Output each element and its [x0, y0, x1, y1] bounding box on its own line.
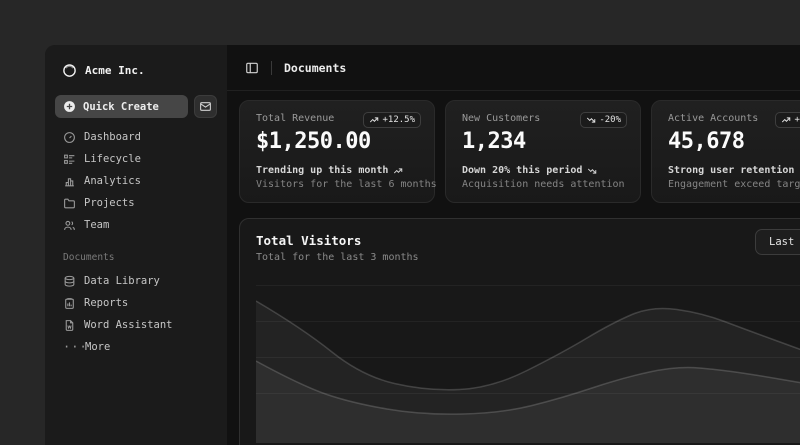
brand-label: Acme Inc. — [85, 64, 145, 77]
stat-card-footer-desc: Engagement exceed targets — [668, 179, 800, 190]
trend-badge: +12.5% — [363, 112, 421, 128]
trending-up-icon — [393, 166, 403, 176]
sidebar-item-label: Data Library — [84, 275, 160, 287]
main-header: Documents — [227, 45, 800, 91]
sidebar-item-label: Word Assistant — [84, 319, 173, 331]
sidebar: Acme Inc. Quick Create — [45, 45, 227, 445]
trend-badge: +12.5% — [775, 112, 800, 128]
stat-card-new-customers: New Customers -20% 1,234 Down 20% this p… — [445, 100, 641, 203]
visitors-chart-card: Total Visitors Total for the last 3 mont… — [239, 218, 800, 445]
sidebar-section-documents: Documents — [63, 252, 209, 263]
sidebar-item-more[interactable]: ··· More — [55, 336, 217, 358]
visitors-chart-svg — [256, 283, 800, 443]
file-word-icon — [63, 319, 76, 332]
sidebar-item-label: Analytics — [84, 175, 141, 187]
quick-create-button[interactable]: Quick Create — [55, 95, 188, 118]
stat-cards-row: Total Revenue +12.5% $1,250.00 Trending … — [239, 100, 800, 203]
stat-card-active-accounts: Active Accounts +12.5% 45,678 Strong use… — [651, 100, 800, 203]
quick-create-label: Quick Create — [83, 101, 159, 113]
logo-ring-icon — [62, 63, 77, 78]
stat-card-footer-desc: Acquisition needs attention — [462, 179, 624, 190]
chart-bar-icon — [63, 175, 76, 188]
sidebar-item-team[interactable]: Team — [55, 214, 217, 236]
folder-icon — [63, 197, 76, 210]
stat-card-footer-desc: Visitors for the last 6 months — [256, 179, 418, 190]
sidebar-item-label: Team — [84, 219, 109, 231]
sidebar-item-label: Lifecycle — [84, 153, 141, 165]
visitors-area-chart — [256, 283, 800, 443]
inbox-button[interactable] — [194, 95, 217, 118]
sidebar-item-reports[interactable]: Reports — [55, 292, 217, 314]
sidebar-item-word-assistant[interactable]: Word Assistant — [55, 314, 217, 336]
stat-card-value: 45,678 — [668, 129, 800, 154]
sidebar-toggle-button[interactable] — [245, 61, 259, 75]
trending-down-icon — [587, 166, 597, 176]
circle-plus-icon — [63, 100, 76, 113]
stat-card-total-revenue: Total Revenue +12.5% $1,250.00 Trending … — [239, 100, 435, 203]
sidebar-item-label: Reports — [84, 297, 128, 309]
chart-title: Total Visitors — [256, 233, 800, 248]
database-icon — [63, 275, 76, 288]
stat-card-footer-title: Trending up this month — [256, 165, 388, 176]
trending-down-icon — [586, 115, 596, 125]
chart-subtitle: Total for the last 3 months — [256, 252, 800, 263]
stat-card-footer-title: Down 20% this period — [462, 165, 582, 176]
stat-card-value: 1,234 — [462, 129, 624, 154]
time-range-button[interactable]: Last — [755, 229, 800, 255]
sidebar-item-label: More — [85, 341, 110, 353]
trending-up-icon — [781, 115, 791, 125]
sidebar-item-projects[interactable]: Projects — [55, 192, 217, 214]
sidebar-item-analytics[interactable]: Analytics — [55, 170, 217, 192]
trend-badge: -20% — [580, 112, 627, 128]
sidebar-item-dashboard[interactable]: Dashboard — [55, 126, 217, 148]
dots-icon: ··· — [63, 340, 77, 354]
report-icon — [63, 297, 76, 310]
main-content: Total Revenue +12.5% $1,250.00 Trending … — [227, 91, 800, 445]
users-icon — [63, 219, 76, 232]
brand-row[interactable]: Acme Inc. — [55, 57, 217, 83]
stat-card-value: $1,250.00 — [256, 129, 418, 154]
quick-create-row: Quick Create — [55, 95, 217, 118]
dashboard-icon — [63, 131, 76, 144]
sidebar-item-label: Dashboard — [84, 131, 141, 143]
trending-up-icon — [369, 115, 379, 125]
page-title: Documents — [284, 61, 346, 75]
sidebar-item-label: Projects — [84, 197, 135, 209]
app-window: Acme Inc. Quick Create — [45, 45, 800, 445]
mail-icon — [199, 100, 212, 113]
sidebar-item-lifecycle[interactable]: Lifecycle — [55, 148, 217, 170]
list-details-icon — [63, 153, 76, 166]
stat-card-footer-title: Strong user retention — [668, 165, 794, 176]
header-divider — [271, 61, 272, 75]
main-area: Documents Total Revenue +12.5% $1,250.00 — [227, 45, 800, 445]
sidebar-item-data-library[interactable]: Data Library — [55, 270, 217, 292]
